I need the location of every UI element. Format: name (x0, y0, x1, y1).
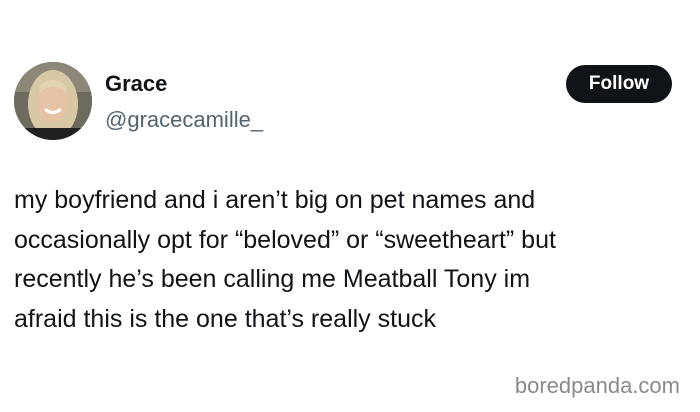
tweet-text-line: recently he’s been calling me Meatball T… (14, 265, 531, 293)
watermark: boredpanda.com (514, 373, 680, 398)
user-handle[interactable]: @gracecamille_ (105, 106, 263, 134)
tweet-text: my boyfriend and i aren’t big on pet nam… (14, 181, 694, 339)
tweet-text-line: my boyfriend and i aren’t big on pet nam… (14, 186, 536, 214)
tweet-text-line: occasionally opt for “beloved” or “sweet… (14, 225, 556, 254)
avatar[interactable] (14, 62, 92, 140)
display-name[interactable]: Grace (105, 70, 167, 98)
avatar-image (14, 62, 92, 140)
tweet-text-line: afraid this is the one that’s really stu… (14, 304, 436, 333)
follow-button[interactable]: Follow (566, 65, 672, 103)
